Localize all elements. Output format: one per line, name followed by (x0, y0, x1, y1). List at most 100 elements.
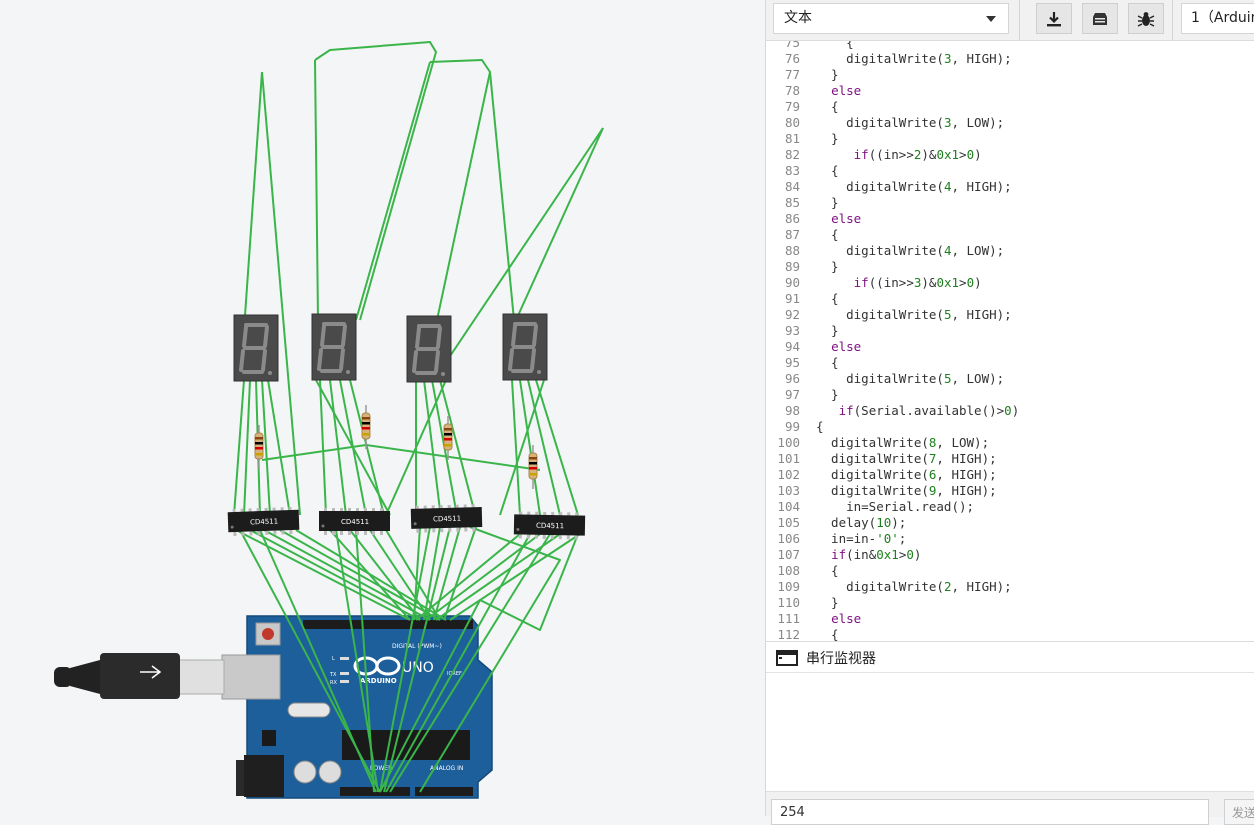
line-number: 85 (784, 195, 800, 210)
code-line[interactable]: 92 digitalWrite(5, HIGH); (766, 307, 1254, 323)
code-line[interactable]: 109 digitalWrite(2, HIGH); (766, 579, 1254, 595)
arduino-uno-board[interactable]: UNO ARDUINO DIGITAL (PWM~) POWER ANALOG … (54, 615, 493, 799)
code-line[interactable]: 80 digitalWrite(3, LOW); (766, 115, 1254, 131)
line-code: { (816, 563, 839, 578)
line-code: { (816, 355, 839, 370)
line-number: 111 (777, 611, 800, 626)
resistor (361, 405, 371, 449)
line-number: 78 (784, 83, 800, 98)
board-select[interactable]: 1（Arduino (1181, 3, 1254, 34)
chip-label: CD4511 (536, 522, 564, 530)
code-line[interactable]: 85 } (766, 195, 1254, 211)
code-line[interactable]: 101 digitalWrite(7, HIGH); (766, 451, 1254, 467)
line-code: { (816, 41, 854, 50)
line-number: 92 (784, 307, 800, 322)
debugger-button[interactable] (1128, 3, 1164, 34)
line-code: } (816, 67, 839, 82)
line-number: 91 (784, 291, 800, 306)
serial-monitor-header[interactable]: 串行监视器 (766, 641, 1254, 673)
line-code: } (816, 259, 839, 274)
chip-label: CD4511 (250, 517, 278, 526)
code-line[interactable]: 94 else (766, 339, 1254, 355)
code-line[interactable]: 82 if((in>>2)&0x1>0) (766, 147, 1254, 163)
code-line[interactable]: 99 { (766, 419, 1254, 435)
code-line[interactable]: 91 { (766, 291, 1254, 307)
line-number: 107 (777, 547, 800, 562)
code-line[interactable]: 111 else (766, 611, 1254, 627)
code-line[interactable]: 89 } (766, 259, 1254, 275)
code-line[interactable]: 102 digitalWrite(6, HIGH); (766, 467, 1254, 483)
send-button[interactable]: 发送 (1224, 799, 1254, 825)
serial-input[interactable] (771, 799, 1209, 825)
code-mode-dropdown[interactable]: 文本 (773, 3, 1009, 34)
code-line[interactable]: 78 else (766, 83, 1254, 99)
toolbar-divider (1172, 0, 1173, 40)
line-code: { (816, 627, 839, 641)
code-line[interactable]: 93 } (766, 323, 1254, 339)
line-code: { (816, 291, 839, 306)
seven-segment-display (406, 315, 452, 383)
code-line[interactable]: 106 in=in-'0'; (766, 531, 1254, 547)
line-number: 86 (784, 211, 800, 226)
line-number: 83 (784, 163, 800, 178)
line-number: 101 (777, 451, 800, 466)
code-line[interactable]: 75 { (766, 41, 1254, 51)
code-line[interactable]: 107 if(in&0x1>0) (766, 547, 1254, 563)
code-line[interactable]: 98 if(Serial.available()>0) (766, 403, 1254, 419)
code-line[interactable]: 77 } (766, 67, 1254, 83)
code-line[interactable]: 103 digitalWrite(9, HIGH); (766, 483, 1254, 499)
upload-button[interactable] (1082, 3, 1118, 34)
line-number: 80 (784, 115, 800, 130)
line-number: 112 (777, 627, 800, 641)
line-code: else (831, 211, 862, 226)
cd4511-chip: CD4511 (227, 506, 300, 537)
code-line[interactable]: 84 digitalWrite(4, HIGH); (766, 179, 1254, 195)
chip-label: CD4511 (433, 515, 461, 524)
code-editor[interactable]: 75 {76 digitalWrite(3, HIGH); 77 } 78 else… (766, 41, 1254, 641)
line-number: 102 (777, 467, 800, 482)
code-line[interactable]: 110 } (766, 595, 1254, 611)
line-code: if((in>>2)&0x1>0) (853, 147, 982, 162)
code-line[interactable]: 112 { (766, 627, 1254, 641)
line-number: 82 (784, 147, 800, 162)
line-number: 95 (784, 355, 800, 370)
circuit-canvas[interactable]: UNO ARDUINO DIGITAL (PWM~) POWER ANALOG … (0, 0, 765, 816)
arduino-tx-label: TX (329, 672, 337, 678)
monitor-icon (776, 650, 798, 666)
line-number: 99 (784, 419, 800, 434)
code-line[interactable]: 96 digitalWrite(5, LOW); (766, 371, 1254, 387)
seven-segment-display (233, 314, 279, 382)
line-code: digitalWrite(9, HIGH); (816, 483, 997, 498)
code-line[interactable]: 86 else (766, 211, 1254, 227)
line-number: 88 (784, 243, 800, 258)
code-line[interactable]: 81 } (766, 131, 1254, 147)
upload-icon (1093, 12, 1107, 25)
seven-segment-display (311, 313, 357, 381)
line-number: 96 (784, 371, 800, 386)
code-line[interactable]: 95 { (766, 355, 1254, 371)
code-line[interactable]: 105 delay(10); (766, 515, 1254, 531)
download-button[interactable] (1036, 3, 1072, 34)
code-line[interactable]: 97 } (766, 387, 1254, 403)
bug-icon (1137, 11, 1155, 27)
code-line[interactable]: 83 { (766, 163, 1254, 179)
code-line[interactable]: 79 { (766, 99, 1254, 115)
line-code: } (816, 195, 839, 210)
code-line[interactable]: 108 { (766, 563, 1254, 579)
seven-segment-displays (233, 313, 548, 383)
code-line[interactable]: 87 { (766, 227, 1254, 243)
code-line[interactable]: 88 digitalWrite(4, LOW); (766, 243, 1254, 259)
code-line[interactable]: 76 digitalWrite(3, HIGH); (766, 51, 1254, 67)
line-code: { (816, 227, 839, 242)
line-number: 110 (777, 595, 800, 610)
line-number: 100 (777, 435, 800, 450)
code-line[interactable]: 100 digitalWrite(8, LOW); (766, 435, 1254, 451)
code-line[interactable]: 104 in=Serial.read(); (766, 499, 1254, 515)
line-code: digitalWrite(6, HIGH); (816, 467, 997, 482)
line-code: if((in>>3)&0x1>0) (853, 275, 982, 290)
line-code: digitalWrite(2, HIGH); (816, 579, 1012, 594)
line-code: { (816, 99, 839, 114)
code-line[interactable]: 90 if((in>>3)&0x1>0) (766, 275, 1254, 291)
line-code: in=in-'0'; (816, 531, 907, 546)
arduino-digital-label: DIGITAL (PWM~) (392, 643, 442, 650)
